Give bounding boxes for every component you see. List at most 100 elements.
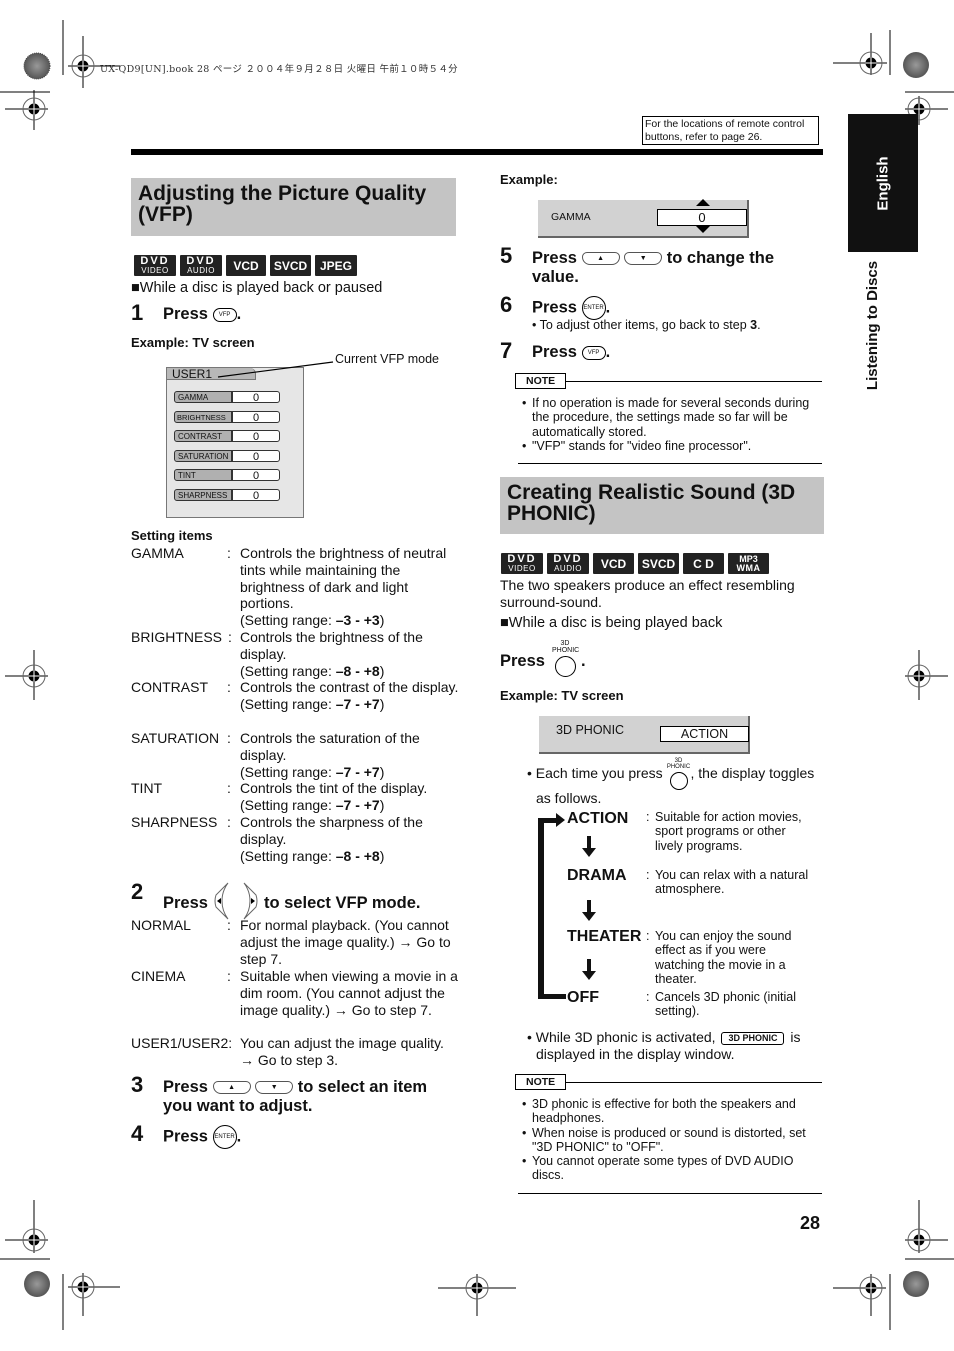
separator: : xyxy=(646,929,650,943)
step-number: 2 xyxy=(131,879,144,904)
phonic-activated-text: • While 3D phonic is activated, 3D PHONI… xyxy=(527,1029,801,1045)
current-mode-label: USER1 xyxy=(172,367,213,381)
vfp-condition: ■While a disc is played back or paused xyxy=(131,280,383,296)
phonic-condition: ■While a disc is being played back xyxy=(500,615,723,631)
cycle-top-bar xyxy=(538,818,558,823)
badge-svcd: SVCD xyxy=(270,255,311,276)
step-number: 6 xyxy=(500,292,513,317)
side-tab-language[interactable]: English xyxy=(848,114,918,252)
print-metadata: UX-QD9[UN].book 28 ページ ２００４年９月２８日 火曜日 午前… xyxy=(100,64,458,75)
separator: : xyxy=(646,990,650,1004)
badge-dvd-video: DVD VIDEO xyxy=(134,255,176,276)
step-number: 1 xyxy=(131,300,144,325)
step-1: Press VFP. xyxy=(163,305,242,323)
enter-button-icon: ENTER xyxy=(581,296,606,320)
phonic-section-title: Creating Realistic Sound (3D PHONIC) xyxy=(500,477,824,534)
cycle-return-line xyxy=(538,818,544,998)
gamma-example-screen: GAMMA 0 xyxy=(538,199,749,238)
example-label: Example: xyxy=(500,172,558,187)
phonic-screen-value: ACTION xyxy=(660,726,749,742)
phonic-screen-label: 3D PHONIC xyxy=(556,723,625,737)
phonic-tv-screen: 3D PHONIC ACTION xyxy=(539,716,750,754)
badge-cd: C D xyxy=(683,553,724,574)
press-period: . xyxy=(581,652,586,670)
registration-target-icon xyxy=(23,52,51,80)
phonic-press-step: Press xyxy=(500,652,545,670)
note-tag: NOTE xyxy=(515,373,567,389)
step-5: Press ▲ ▼ to change the value. xyxy=(532,249,775,286)
cycle-arrow-icon xyxy=(556,813,565,827)
badge-svcd: SVCD xyxy=(638,553,679,574)
note-rule xyxy=(518,463,822,464)
up-button-icon: ▲ xyxy=(581,252,620,266)
example-label: Example: TV screen xyxy=(131,335,255,350)
header-rule xyxy=(131,149,823,155)
gamma-label: GAMMA xyxy=(551,211,591,223)
3d-phonic-button-icon xyxy=(555,656,576,677)
note-list-phonic: 3D phonic is effective for both the spea… xyxy=(520,1097,820,1183)
vfp-button-icon: VFP xyxy=(581,345,606,360)
gamma-value: 0 xyxy=(657,209,747,226)
badge-dvd-video: DVD VIDEO xyxy=(501,553,543,574)
step-4: Press ENTER. xyxy=(163,1125,241,1149)
increase-arrow-icon xyxy=(696,199,710,206)
down-arrow-icon xyxy=(582,900,596,921)
phonic-mode-theater-desc: You can enjoy the sound effect as if you… xyxy=(655,929,792,986)
phonic-mode-off: OFF xyxy=(567,989,599,1006)
separator: : xyxy=(646,868,650,882)
badge-jpeg: JPEG xyxy=(315,255,357,276)
remote-reference-note: For the locations of remote control butt… xyxy=(642,116,819,145)
phonic-mode-drama-desc: You can relax with a natural atmosphere. xyxy=(655,868,809,897)
phonic-mode-theater: THEATER xyxy=(567,928,642,945)
callout-current-vfp-mode: Current VFP mode xyxy=(335,352,439,366)
vfp-disc-badges: DVD VIDEO DVD AUDIO VCD SVCD JPEG xyxy=(134,255,357,276)
example-label: Example: TV screen xyxy=(500,688,624,703)
vfp-tv-screen: USER1 GAMMA 0 BRIGHTNESS 0 CONTRAST 0 SATUR… xyxy=(166,367,304,518)
badge-dvd-audio: DVD AUDIO xyxy=(547,553,589,574)
vfp-button-icon: VFP xyxy=(212,307,237,322)
phonic-mode-action: ACTION xyxy=(567,810,629,827)
down-button-icon: ▼ xyxy=(255,1081,294,1095)
step-6-subnote: • To adjust other items, go back to step… xyxy=(532,318,761,332)
setting-items-title: Setting items xyxy=(131,528,213,543)
down-arrow-icon xyxy=(582,959,596,980)
step-3: Press ▲ ▼ to select an item you want to … xyxy=(163,1078,428,1115)
callout-line xyxy=(217,361,334,378)
step-6: Press ENTER. xyxy=(532,296,610,320)
phonic-mode-drama: DRAMA xyxy=(567,867,627,884)
phonic-toggle-line2: as follows. xyxy=(536,790,602,806)
step-2: Press to select VFP mode. xyxy=(163,882,420,921)
step-number: 3 xyxy=(131,1072,144,1097)
phonic-disc-badges: DVD VIDEO DVD AUDIO VCD SVCD C D MP3 WMA xyxy=(501,553,769,574)
note-tag: NOTE xyxy=(515,1074,567,1090)
badge-vcd: VCD xyxy=(593,553,634,574)
down-button-icon: ▼ xyxy=(624,252,663,266)
phonic-button-label: 3D PHONIC xyxy=(552,640,580,654)
3d-phonic-indicator: 3D PHONIC xyxy=(721,1031,785,1045)
step-number: 5 xyxy=(500,243,513,268)
note-rule xyxy=(518,1193,822,1194)
step-number: 4 xyxy=(131,1121,144,1146)
badge-vcd: VCD xyxy=(226,255,266,276)
badge-mp3-wma: MP3 WMA xyxy=(728,553,769,574)
down-arrow-icon xyxy=(582,836,596,857)
phonic-intro: The two speakers produce an effect resem… xyxy=(500,577,795,610)
page-number: 28 xyxy=(800,1213,821,1233)
left-right-cursor-buttons-icon xyxy=(214,882,258,920)
side-tab-section[interactable]: Listening to Discs xyxy=(848,255,898,395)
vfp-section-title: Adjusting the Picture Quality (VFP) xyxy=(131,178,456,236)
up-button-icon: ▲ xyxy=(212,1081,251,1095)
phonic-mode-off-desc: Cancels 3D phonic (initial setting). xyxy=(655,990,797,1019)
enter-button-icon: ENTER xyxy=(212,1125,237,1149)
3d-phonic-button-icon: 3D PHONIC xyxy=(667,758,691,791)
separator: : xyxy=(646,810,650,824)
phonic-toggle-text: • Each time you press 3D PHONIC , the dis… xyxy=(527,758,814,791)
cycle-bottom-bar xyxy=(538,994,566,999)
phonic-activated-line2: displayed in the display window. xyxy=(536,1046,735,1062)
note-list-vfp: If no operation is made for several seco… xyxy=(520,396,820,453)
step-7: Press VFP. xyxy=(532,343,611,361)
decrease-arrow-icon xyxy=(696,226,710,233)
phonic-mode-action-desc: Suitable for action movies, sport progra… xyxy=(655,810,802,853)
badge-dvd-audio: DVD AUDIO xyxy=(180,255,222,276)
step-number: 7 xyxy=(500,338,513,363)
